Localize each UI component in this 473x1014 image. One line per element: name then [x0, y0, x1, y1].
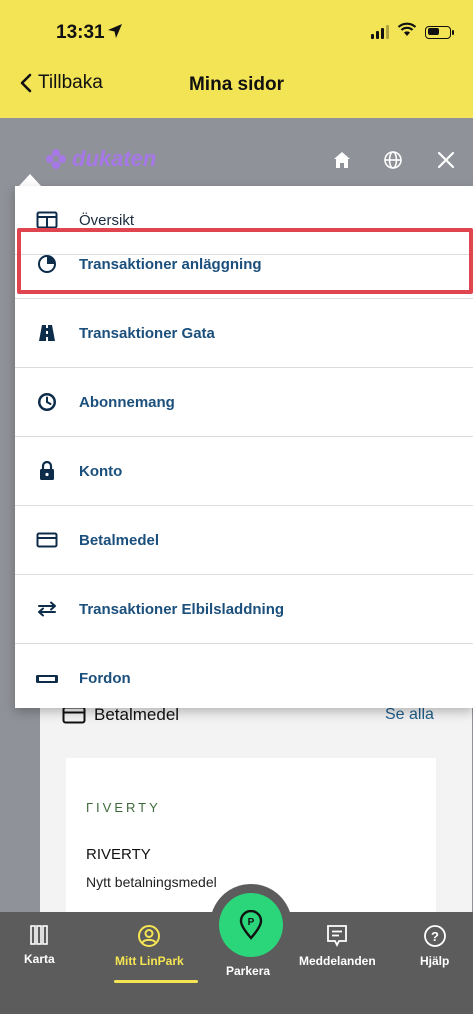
menu-label: Abonnemang [79, 393, 175, 411]
top-bar [0, 0, 473, 118]
location-arrow-icon [107, 23, 123, 44]
status-icons [371, 22, 454, 42]
transfer-icon [15, 601, 79, 617]
payment-section-title: Betalmedel [62, 705, 179, 725]
map-icon [30, 925, 49, 945]
user-icon [138, 925, 161, 947]
wifi-icon [397, 22, 417, 42]
tab-mitt-linpark[interactable]: Mitt LinPark [115, 924, 184, 968]
menu-item-fordon[interactable]: Fordon [15, 644, 473, 708]
tab-karta[interactable]: Karta [24, 924, 55, 966]
tab-label: Parkera [226, 964, 271, 978]
parkera-button[interactable]: P [219, 893, 283, 957]
payment-method-subtitle: Nytt betalningsmedel [86, 874, 217, 890]
home-icon[interactable] [332, 150, 352, 175]
menu-item-transaktioner-gata[interactable]: Transaktioner Gata [15, 299, 473, 368]
payment-method-name: RIVERTY [86, 846, 151, 863]
active-tab-indicator [114, 980, 198, 983]
credit-card-icon [62, 706, 86, 724]
dukaten-logo[interactable]: dukaten [44, 146, 156, 172]
section-label: Betalmedel [94, 705, 180, 724]
tab-label: Hjälp [420, 954, 450, 968]
vehicle-icon [15, 673, 79, 685]
message-icon [327, 925, 348, 948]
clock-icon [15, 392, 79, 412]
credit-card-icon [15, 532, 79, 548]
svg-text:P: P [248, 917, 255, 928]
parking-pin-icon: P [239, 910, 263, 940]
menu-label: Konto [79, 462, 123, 480]
menu-item-konto[interactable]: Konto [15, 437, 473, 506]
menu-label: Översikt [79, 211, 135, 229]
menu-label: Betalmedel [79, 531, 160, 549]
tab-hjalp[interactable]: ? Hjälp [420, 924, 449, 968]
logo-text: dukaten [72, 146, 157, 171]
overview-icon [15, 211, 79, 229]
tab-parkera[interactable]: Parkera [226, 958, 270, 978]
globe-icon[interactable] [383, 150, 403, 175]
help-icon: ? [423, 925, 446, 947]
menu-item-transaktioner-elbilsladdning[interactable]: Transaktioner Elbilsladdning [15, 575, 473, 644]
svg-text:?: ? [431, 929, 439, 944]
road-icon [15, 324, 79, 342]
flower-logo-icon [46, 149, 66, 169]
battery-icon [425, 25, 454, 39]
signal-icon [371, 25, 389, 39]
status-time: 13:31 [56, 22, 105, 43]
menu-item-abonnemang[interactable]: Abonnemang [15, 368, 473, 437]
page-title: Mina sidor [188, 74, 284, 95]
menu-item-betalmedel[interactable]: Betalmedel [15, 506, 473, 575]
lock-icon [15, 461, 79, 481]
menu-label: Fordon [79, 670, 131, 687]
tab-label: Meddelanden [299, 954, 376, 968]
tab-label: Karta [24, 952, 55, 966]
highlight-frame [17, 228, 473, 294]
see-all-link[interactable]: Se alla [385, 706, 434, 724]
tab-meddelanden[interactable]: Meddelanden [299, 924, 376, 968]
tab-label: Mitt LinPark [115, 954, 184, 968]
menu-label: Transaktioner Elbilsladdning [79, 600, 285, 618]
close-icon[interactable] [436, 150, 456, 175]
menu-label: Transaktioner Gata [79, 324, 215, 342]
riverty-logo: ГIVERTY [86, 800, 161, 815]
